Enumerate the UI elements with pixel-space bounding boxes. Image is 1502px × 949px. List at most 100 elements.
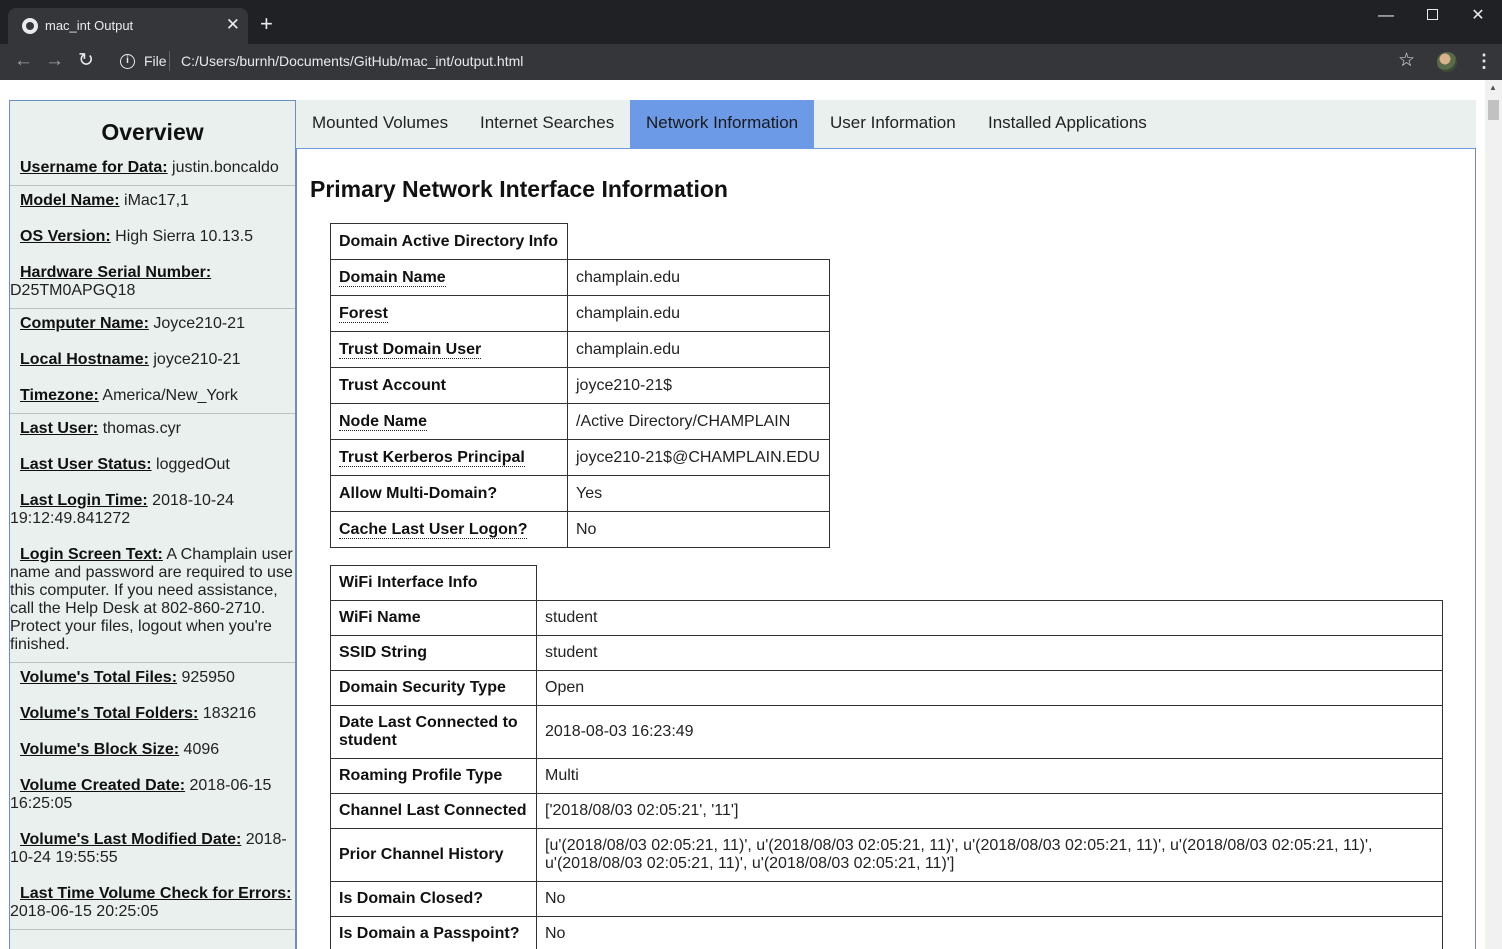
window-close-button[interactable]: ✕ bbox=[1458, 6, 1498, 26]
row-value: joyce210-21$ bbox=[567, 367, 830, 404]
row-value: No bbox=[536, 881, 1443, 917]
overview-key: Login Screen Text: bbox=[20, 546, 163, 563]
overview-row: Model Name: iMac17,1 bbox=[10, 192, 295, 210]
page-scrollbar[interactable]: ▲ bbox=[1485, 80, 1502, 949]
row-key-label: Is Domain Closed? bbox=[339, 890, 484, 907]
table-row: Prior Channel History [u'(2018/08/03 02:0… bbox=[330, 828, 1443, 882]
table-row: Trust Kerberos Principal joyce210-21$@CHA… bbox=[330, 439, 830, 476]
overview-value: High Sierra 10.13.5 bbox=[110, 228, 254, 245]
row-value: joyce210-21$@CHAMPLAIN.EDU bbox=[567, 439, 830, 476]
row-key-label: Prior Channel History bbox=[339, 846, 504, 863]
overview-key: Last User: bbox=[20, 420, 99, 437]
tab-internet-searches[interactable]: Internet Searches bbox=[464, 100, 630, 148]
overview-groups: Username for Data: justin.boncaldo Model … bbox=[10, 155, 295, 930]
row-value: No bbox=[567, 511, 830, 548]
tab-mounted-volumes[interactable]: Mounted Volumes bbox=[296, 100, 464, 148]
wifi-info-table: WiFi Interface Info WiFi Name student SSID… bbox=[330, 565, 1443, 949]
scroll-thumb[interactable] bbox=[1488, 100, 1499, 120]
overview-key: Volume's Block Size: bbox=[20, 741, 180, 758]
row-key: Domain Security Type bbox=[330, 670, 537, 706]
row-key: Allow Multi-Domain? bbox=[330, 475, 568, 512]
row-key-label: WiFi Name bbox=[339, 609, 421, 626]
row-key-label: SSID String bbox=[339, 644, 428, 661]
overview-row: Volume Created Date: 2018-06-15 16:25:05 bbox=[10, 777, 295, 813]
table-header: Domain Active Directory Info bbox=[330, 223, 568, 260]
row-key: Is Domain Closed? bbox=[330, 881, 537, 917]
row-key-label: Is Domain a Passpoint? bbox=[339, 925, 520, 942]
back-arrow-icon[interactable]: ← bbox=[14, 50, 33, 72]
row-key: Roaming Profile Type bbox=[330, 758, 537, 794]
row-key: Channel Last Connected bbox=[330, 793, 537, 829]
row-value: Yes bbox=[567, 475, 830, 512]
row-value: champlain.edu bbox=[567, 331, 830, 368]
overview-group: Volume's Total Files: 925950 Volume's Tot… bbox=[10, 663, 295, 930]
row-key-label: Date Last Connected to student bbox=[339, 714, 518, 749]
table-row: Is Domain a Passpoint? No bbox=[330, 916, 1443, 949]
row-key-label: Node Name bbox=[339, 412, 428, 431]
row-key-label: Domain Security Type bbox=[339, 679, 506, 696]
overview-key: Local Hostname: bbox=[20, 351, 149, 368]
row-key: WiFi Name bbox=[330, 600, 537, 636]
overview-key: Timezone: bbox=[20, 387, 99, 404]
overview-row: Volume's Total Folders: 183216 bbox=[10, 705, 295, 723]
tab-user-information[interactable]: User Information bbox=[814, 100, 972, 148]
row-value: student bbox=[536, 635, 1443, 671]
reload-icon[interactable]: ↻ bbox=[78, 50, 94, 72]
overview-group: Computer Name: Joyce210-21 Local Hostname… bbox=[10, 309, 295, 414]
table-row: Domain Name champlain.edu bbox=[330, 259, 830, 296]
overview-value: 2018-06-15 20:25:05 bbox=[10, 903, 159, 920]
kebab-menu-icon[interactable]: ⋮ bbox=[1475, 51, 1493, 71]
overview-key: Last Login Time: bbox=[20, 492, 148, 509]
overview-key: OS Version: bbox=[20, 228, 111, 245]
forward-arrow-icon[interactable]: → bbox=[45, 50, 64, 72]
row-key-label: Trust Account bbox=[339, 376, 446, 394]
tab-installed-applications[interactable]: Installed Applications bbox=[972, 100, 1163, 148]
row-key-label: Channel Last Connected bbox=[339, 802, 527, 819]
overview-key: Computer Name: bbox=[20, 315, 149, 332]
maximize-button[interactable] bbox=[1412, 6, 1452, 26]
row-key: Is Domain a Passpoint? bbox=[330, 916, 537, 949]
overview-key: Last User Status: bbox=[20, 456, 152, 473]
overview-key: Volume Created Date: bbox=[20, 777, 186, 794]
browser-toolbar: ← → ↻ i File C:/Users/burnh/Documents/Gi… bbox=[0, 44, 1502, 80]
row-key: Trust Account bbox=[330, 367, 568, 404]
row-value: /Active Directory/CHAMPLAIN bbox=[567, 403, 830, 440]
url-scheme-label: File bbox=[144, 53, 167, 69]
overview-row: Username for Data: justin.boncaldo bbox=[10, 159, 295, 177]
row-value: student bbox=[536, 600, 1443, 636]
overview-sidebar: Overview Username for Data: justin.bonca… bbox=[9, 100, 296, 949]
overview-row: Timezone: America/New_York bbox=[10, 387, 295, 405]
url-separator bbox=[169, 51, 170, 71]
row-key: Node Name bbox=[330, 403, 568, 440]
overview-value: joyce210-21 bbox=[148, 351, 241, 368]
scroll-up-arrow-icon[interactable]: ▲ bbox=[1489, 83, 1497, 92]
row-value: 2018-08-03 16:23:49 bbox=[536, 705, 1443, 759]
browser-tab[interactable]: mac_int Output ✕ bbox=[8, 8, 248, 44]
tab-network-information[interactable]: Network Information bbox=[630, 100, 815, 148]
profile-avatar[interactable] bbox=[1437, 52, 1457, 72]
row-key: Trust Domain User bbox=[330, 331, 568, 368]
table-header: WiFi Interface Info bbox=[330, 565, 537, 601]
overview-value: America/New_York bbox=[98, 387, 238, 404]
bookmark-star-icon[interactable]: ☆ bbox=[1398, 50, 1415, 72]
overview-row: Last User Status: loggedOut bbox=[10, 456, 295, 474]
overview-row: Last Time Volume Check for Errors: 2018-… bbox=[10, 885, 295, 921]
new-tab-button[interactable]: + bbox=[260, 12, 273, 36]
table-row: SSID String student bbox=[330, 635, 1443, 671]
overview-row: Volume's Last Modified Date: 2018-10-24 … bbox=[10, 831, 295, 867]
overview-value: 183216 bbox=[198, 705, 257, 722]
table-row: Date Last Connected to student 2018-08-03… bbox=[330, 705, 1443, 759]
row-key: SSID String bbox=[330, 635, 537, 671]
info-icon[interactable]: i bbox=[120, 54, 135, 69]
minimize-button[interactable]: — bbox=[1366, 6, 1406, 26]
overview-key: Last Time Volume Check for Errors: bbox=[20, 885, 292, 902]
tab-close-icon[interactable]: ✕ bbox=[226, 15, 240, 35]
overview-key: Username for Data: bbox=[20, 159, 168, 176]
overview-value: 925950 bbox=[177, 669, 235, 686]
address-bar[interactable]: C:/Users/burnh/Documents/GitHub/mac_int/… bbox=[181, 53, 523, 69]
overview-row: Computer Name: Joyce210-21 bbox=[10, 315, 295, 333]
overview-key: Volume's Total Folders: bbox=[20, 705, 199, 722]
overview-row: Last Login Time: 2018-10-24 19:12:49.841… bbox=[10, 492, 295, 528]
overview-value: thomas.cyr bbox=[98, 420, 181, 437]
row-key-label: Forest bbox=[339, 304, 388, 323]
